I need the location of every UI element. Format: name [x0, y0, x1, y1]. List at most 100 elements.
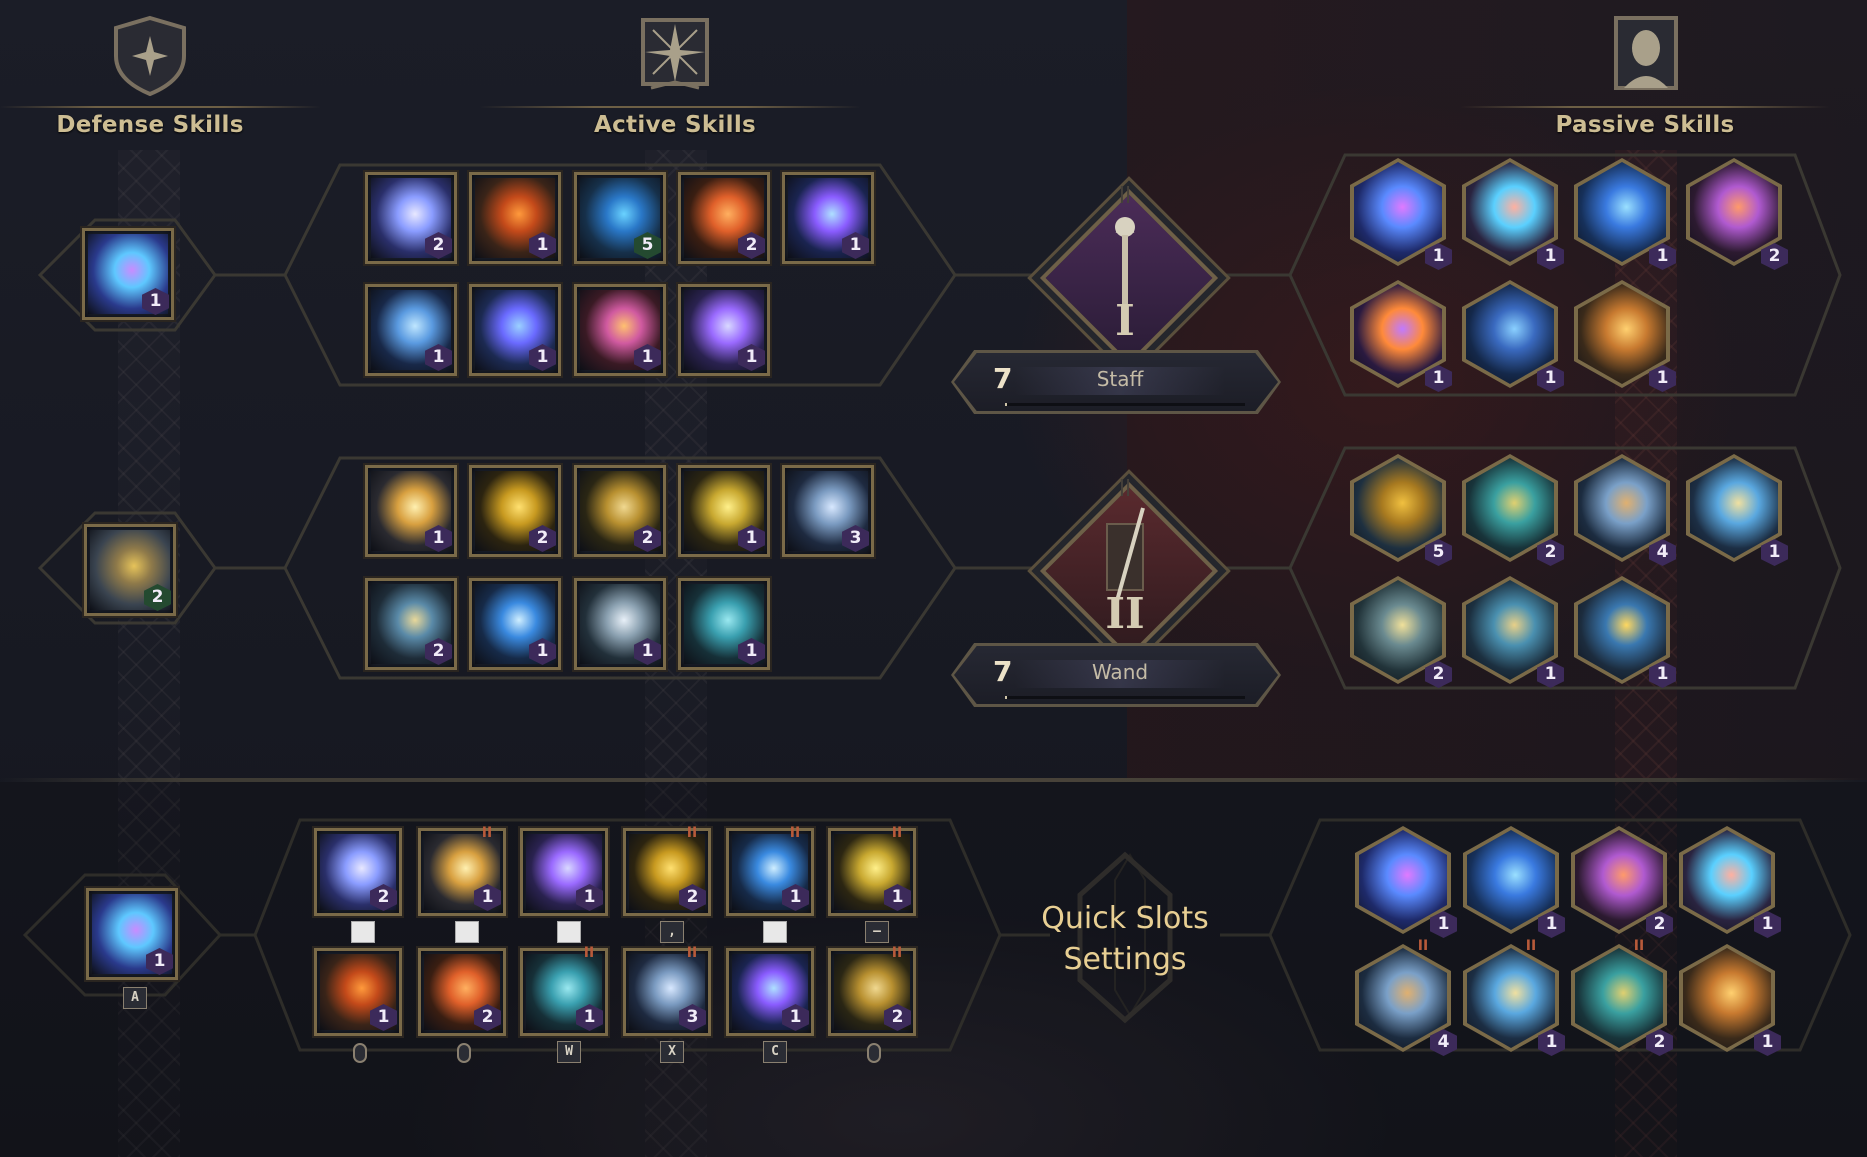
tier-mark: II: [1417, 938, 1429, 954]
passive-skill-slot[interactable]: 1: [1462, 280, 1564, 392]
weapon-name: Wand: [1091, 660, 1149, 684]
quick-slot-active[interactable]: 1: [314, 945, 402, 1063]
passive-skill-slot[interactable]: 4: [1574, 454, 1676, 566]
tier-mark: II: [686, 825, 698, 841]
tier-mark: [1625, 820, 1653, 842]
tier-mark: [1733, 938, 1761, 960]
quick-slots-title-line1: Quick Slots: [1041, 901, 1209, 936]
active-skill-slot[interactable]: 1: [574, 284, 666, 376]
quick-slot-passive[interactable]: 1: [1679, 944, 1781, 1056]
quick-slot-defense[interactable]: 1A: [86, 888, 178, 1009]
phoenix-icon: [1683, 948, 1771, 1048]
quick-slot-active[interactable]: 1 II: [726, 825, 814, 943]
active-skill-slot[interactable]: 1: [574, 578, 666, 670]
hotkey-label: C: [763, 1041, 787, 1063]
quick-slot-passive[interactable]: 1 II: [1463, 938, 1565, 1056]
ice-skull-icon: [1466, 284, 1554, 384]
quick-slot-active[interactable]: 1 II –: [828, 825, 916, 943]
passive-skill-slot[interactable]: 1: [1686, 454, 1788, 566]
fire-vortex-icon: [1690, 162, 1778, 262]
quick-slot-active[interactable]: 2 II: [828, 945, 916, 1063]
tier-mark: [575, 825, 603, 847]
active-skill-slot[interactable]: 1: [678, 284, 770, 376]
active-skill-slot[interactable]: 5: [574, 172, 666, 264]
quick-slot-passive[interactable]: 2 II: [1571, 938, 1673, 1056]
hotkey-label: [351, 921, 375, 943]
quick-slot-active[interactable]: 1: [520, 825, 608, 943]
quick-slot-active[interactable]: 2: [314, 828, 402, 943]
active-skill-slot[interactable]: 1: [782, 172, 874, 264]
hotkey-label: A: [123, 987, 147, 1009]
quick-slot-active[interactable]: 1 II: [418, 825, 506, 943]
quick-slots-settings-button[interactable]: Quick Slots Settings: [1005, 898, 1245, 980]
frost-flame-icon: [1466, 162, 1554, 262]
quick-slot-passive[interactable]: 1: [1463, 826, 1565, 938]
hotkey-label: [557, 921, 581, 943]
quick-slot-active[interactable]: 2: [418, 945, 506, 1063]
hotkey-label: ,: [660, 921, 684, 943]
all-seeing-eye-icon: [1466, 458, 1554, 558]
quick-slot-passive[interactable]: 2: [1571, 826, 1673, 938]
passive-skill-slot[interactable]: 1: [1350, 280, 1452, 392]
weapon-tier-numeral: I: [1115, 296, 1135, 345]
active-skill-slot[interactable]: 2: [469, 465, 561, 557]
quick-slot-active[interactable]: 3 II X: [623, 945, 711, 1063]
quick-slot-active[interactable]: 1C: [726, 945, 814, 1063]
weapon-progress-bar: [1005, 403, 1245, 406]
weapon-progress-bar: [1005, 696, 1245, 699]
hotkey-label: [763, 921, 787, 943]
defense-skill-slot[interactable]: 2: [84, 524, 176, 616]
tier-mark: [1409, 820, 1437, 842]
weapon-tier-numeral: II: [1105, 589, 1145, 638]
tier-mark: II: [583, 945, 595, 961]
mouse-button-icon: [457, 1043, 471, 1063]
passive-skill-slot[interactable]: 2: [1686, 158, 1788, 270]
active-skill-slot[interactable]: 1: [469, 578, 561, 670]
quick-slot-passive[interactable]: 1: [1355, 826, 1457, 938]
active-skill-slot[interactable]: 2: [678, 172, 770, 264]
passive-skill-slot[interactable]: 1: [1574, 280, 1676, 392]
tier-mark: [781, 945, 809, 967]
active-skill-slot[interactable]: 1: [365, 465, 457, 557]
hotkey-label: W: [557, 1041, 581, 1063]
passive-skill-slot[interactable]: 1: [1462, 158, 1564, 270]
active-skill-slot[interactable]: 1: [365, 284, 457, 376]
passive-skill-slot[interactable]: 1: [1574, 158, 1676, 270]
tier-mark: [1733, 820, 1761, 842]
mouse-button-icon: [353, 1043, 367, 1063]
water-orb-icon: [1578, 162, 1666, 262]
demon-mask-icon: [1354, 284, 1442, 384]
active-skill-slot[interactable]: 1: [469, 284, 561, 376]
hotkey-label: –: [865, 921, 889, 943]
tier-mark: [369, 945, 397, 967]
arcane-swirl-icon: [1359, 830, 1447, 930]
tier-mark: [1517, 820, 1545, 842]
weapon-level: 7: [993, 655, 1013, 688]
active-skill-slot[interactable]: 2: [365, 578, 457, 670]
cross-swirl-icon: [1467, 948, 1555, 1048]
active-skill-slot[interactable]: 1: [678, 578, 770, 670]
passive-skill-slot[interactable]: 2: [1350, 576, 1452, 688]
fire-vortex-icon: [1575, 830, 1663, 930]
defense-skill-slot[interactable]: 1: [82, 228, 174, 320]
tier-mark: II: [686, 945, 698, 961]
frost-flame-icon: [1683, 830, 1771, 930]
active-skill-slot[interactable]: 1: [469, 172, 561, 264]
active-skill-slot[interactable]: 2: [574, 465, 666, 557]
quick-slot-passive[interactable]: 1: [1679, 826, 1781, 938]
active-skill-slot[interactable]: 2: [365, 172, 457, 264]
active-skill-slot[interactable]: 3: [782, 465, 874, 557]
sacred-cross-icon: [1466, 580, 1554, 680]
passive-skill-slot[interactable]: 1: [1462, 576, 1564, 688]
passive-skill-slot[interactable]: 1: [1574, 576, 1676, 688]
quick-slot-passive[interactable]: 4 II: [1355, 938, 1457, 1056]
passive-skill-slot[interactable]: 1: [1350, 158, 1452, 270]
active-skill-slot[interactable]: 1: [678, 465, 770, 557]
quick-slot-active[interactable]: 2 II,: [623, 825, 711, 943]
tier-mark: [473, 945, 501, 967]
holy-droplet-icon: [1578, 580, 1666, 680]
passive-skill-slot[interactable]: 5: [1350, 454, 1452, 566]
hourglass-icon: [1359, 948, 1447, 1048]
passive-skill-slot[interactable]: 2: [1462, 454, 1564, 566]
quick-slot-active[interactable]: 1 II W: [520, 945, 608, 1063]
